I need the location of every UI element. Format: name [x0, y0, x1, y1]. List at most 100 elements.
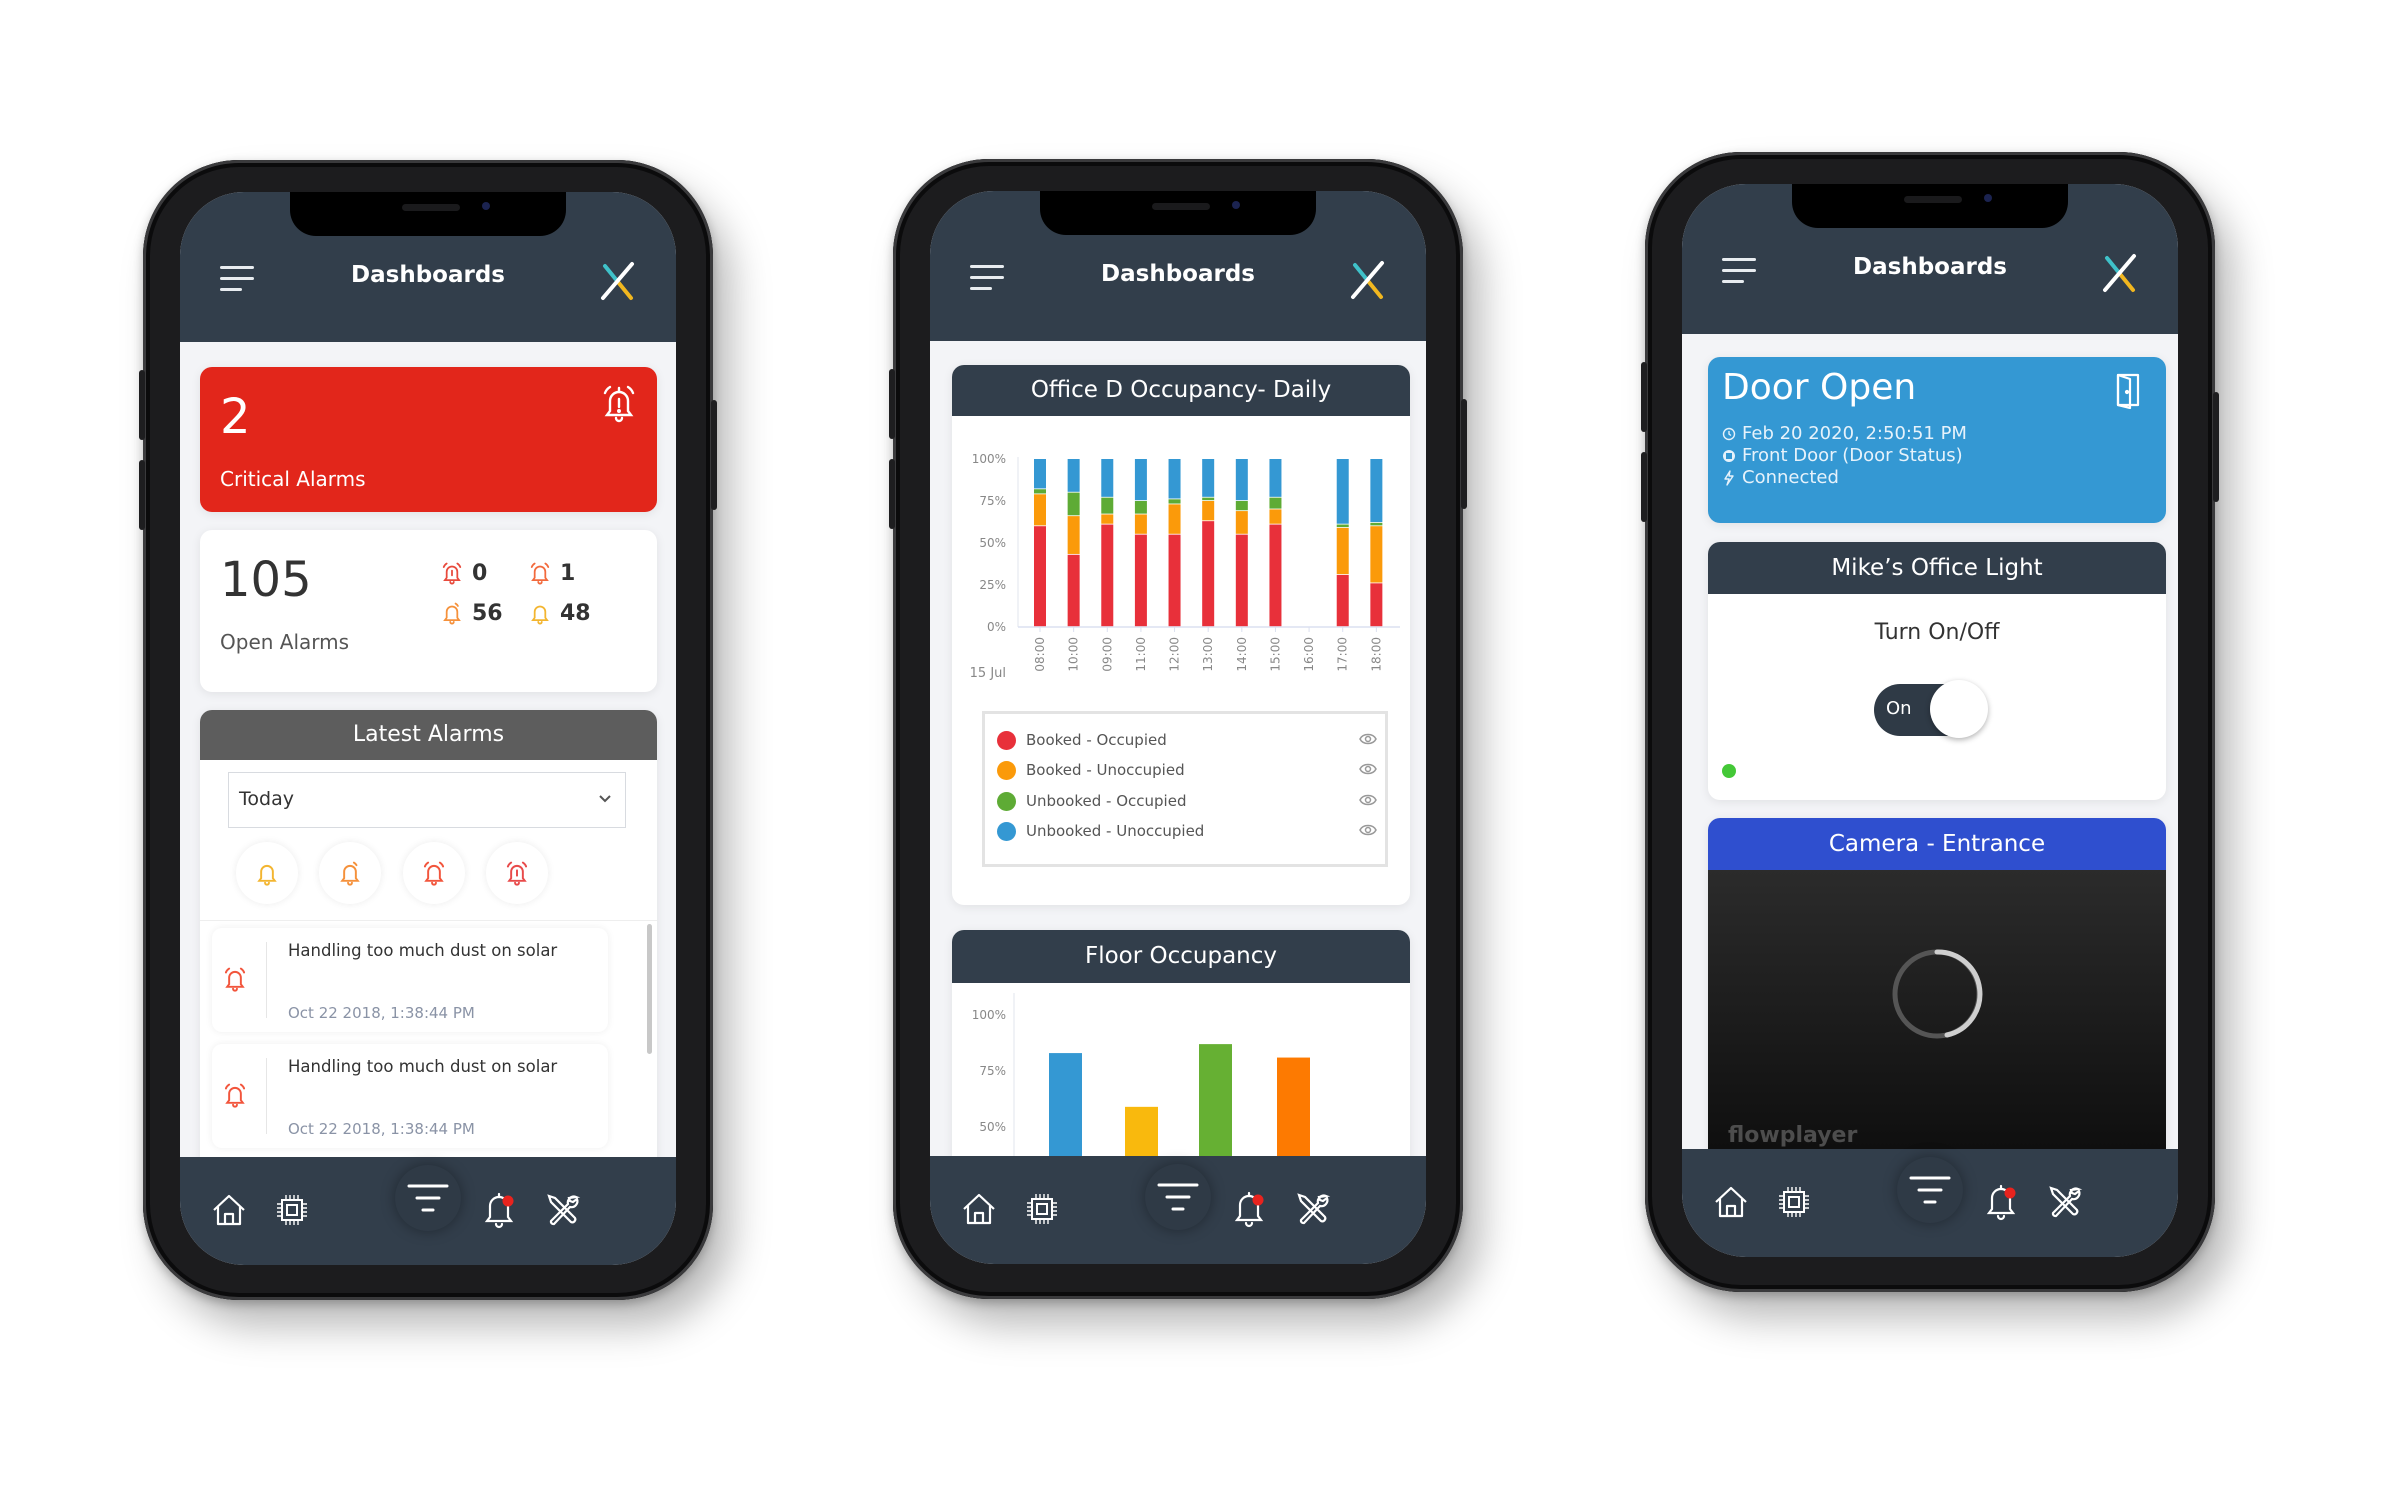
chip-icon — [1723, 449, 1735, 462]
side-button — [1641, 362, 1647, 432]
nav-devices[interactable] — [1771, 1179, 1817, 1225]
bar-segment — [1134, 459, 1147, 501]
chevron-down-icon — [599, 795, 611, 803]
light-toggle[interactable]: On — [1874, 680, 1988, 738]
eye-icon[interactable] — [1359, 823, 1377, 837]
nav-notifications[interactable] — [1226, 1186, 1272, 1232]
legend-swatch — [997, 791, 1016, 811]
notch — [290, 192, 566, 236]
bar-segment — [1034, 459, 1046, 489]
nav-home[interactable] — [206, 1187, 252, 1233]
filter-warning-button[interactable] — [236, 842, 298, 904]
stat-minor-value: 56 — [472, 600, 503, 626]
bar-segment — [1269, 509, 1282, 524]
bar-segment — [1134, 501, 1147, 514]
logo-icon — [601, 262, 634, 300]
nav-notifications[interactable] — [1978, 1179, 2024, 1225]
filter-major-button[interactable] — [403, 842, 465, 904]
critical-alarms-label: Critical Alarms — [220, 467, 366, 491]
home-icon — [1715, 1186, 1747, 1218]
bar-segment — [1067, 492, 1080, 516]
stat-critical-value: 0 — [472, 560, 488, 586]
nav-devices[interactable] — [269, 1187, 315, 1233]
dashboard-content: Office D Occupancy- Daily 100% 75% 50% 25% 0… — [930, 341, 1426, 1156]
nav-notifications[interactable] — [476, 1187, 522, 1233]
eye-icon[interactable] — [1359, 762, 1377, 776]
eye-icon[interactable] — [1359, 793, 1377, 807]
notch — [1792, 184, 2068, 228]
y-tick-label: 75% — [979, 494, 1006, 508]
nav-settings[interactable] — [1290, 1186, 1336, 1232]
occupancy-daily-title: Office D Occupancy- Daily — [952, 365, 1410, 416]
alarm-text: Handling too much dust on solar — [288, 941, 558, 960]
x-tick-label: 15:00 — [1268, 637, 1282, 672]
divider — [200, 920, 657, 921]
nav-dashboards[interactable] — [1897, 1157, 1963, 1223]
filter-minor-button[interactable] — [319, 842, 381, 904]
critical-alarms-card[interactable]: 2 Critical Alarms — [200, 367, 657, 512]
bar-segment — [1235, 459, 1248, 501]
critical-alarms-count: 2 — [220, 389, 251, 445]
warning-alarm-icon — [531, 605, 549, 625]
occupancy-daily-card: Office D Occupancy- Daily 100% 75% 50% 25% 0… — [952, 365, 1410, 905]
scrollbar[interactable] — [647, 924, 652, 1054]
screen: Dashboards 2 Critical Alarms 105 Open Al… — [180, 192, 676, 1265]
alarm-list-item[interactable]: Handling too much dust on solar Oct 22 2… — [212, 928, 608, 1032]
y-tick-label: 100% — [972, 452, 1006, 466]
status-indicator — [1722, 764, 1736, 778]
critical-alarm-icon — [442, 562, 462, 585]
nav-home[interactable] — [956, 1186, 1002, 1232]
bar-segment — [1067, 459, 1080, 492]
filter-critical-button[interactable] — [486, 842, 548, 904]
camera-card: Camera - Entrance flowplayer © 2008-2018… — [1708, 818, 2166, 1149]
clock-icon — [1722, 427, 1736, 440]
nav-settings[interactable] — [2042, 1179, 2088, 1225]
nav-dashboards[interactable] — [1145, 1164, 1211, 1230]
legend-item-booked-unoccupied[interactable]: Booked - Unoccupied — [997, 758, 1377, 782]
legend-swatch — [997, 760, 1016, 780]
eye-icon[interactable] — [1359, 732, 1377, 746]
legend-item-unbooked-occupied[interactable]: Unbooked - Occupied — [997, 789, 1377, 813]
home-icon — [213, 1194, 245, 1226]
nav-alarms[interactable] — [396, 1187, 442, 1233]
bar-segment — [1370, 522, 1383, 526]
bar-segment — [1370, 459, 1383, 523]
door-device-text: Front Door (Door Status) — [1742, 445, 1963, 466]
critical-alarm-icon — [603, 385, 635, 423]
door-status-card[interactable]: Door Open Feb 20 2020, 2:50:51 PM Front … — [1708, 357, 2166, 523]
screen: Dashboards Office D Occupancy- Daily 100… — [930, 191, 1426, 1264]
nav-devices[interactable] — [1019, 1186, 1065, 1232]
divider — [266, 942, 267, 1018]
door-connection: Connected — [1722, 467, 1839, 488]
side-button — [2213, 392, 2219, 502]
bar-segment — [1101, 514, 1114, 524]
time-range-select[interactable]: Today — [228, 772, 626, 828]
alarm-list-item[interactable]: Handling too much dust on solar Oct 22 2… — [212, 1044, 608, 1148]
door-time: Feb 20 2020, 2:50:51 PM — [1722, 423, 1967, 444]
loading-spinner-icon — [1892, 949, 1983, 1039]
latest-alarms-title: Latest Alarms — [200, 710, 657, 760]
x-tick-label: 13:00 — [1201, 637, 1215, 672]
nav-settings[interactable] — [540, 1187, 586, 1233]
door-icon — [2116, 373, 2140, 409]
nav-home[interactable] — [1708, 1179, 1754, 1225]
legend-item-unbooked-unoccupied[interactable]: Unbooked - Unoccupied — [997, 819, 1377, 843]
legend-label: Unbooked - Occupied — [1026, 792, 1187, 810]
legend-item-booked-occupied[interactable]: Booked - Occupied — [997, 728, 1377, 752]
bar-segment — [1168, 459, 1181, 499]
bar-segment — [1034, 489, 1046, 494]
tools-icon — [1297, 1193, 1331, 1225]
floor-occupancy-card: Floor Occupancy 100% 75% 50% — [952, 930, 1410, 1156]
open-alarms-card[interactable]: 105 Open Alarms 0 1 56 48 — [200, 530, 657, 692]
x-axis-label: 15 Jul — [970, 666, 1006, 681]
x-tick-label: 12:00 — [1168, 637, 1182, 672]
office-light-title: Mike’s Office Light — [1708, 542, 2166, 594]
bar-segment — [1370, 583, 1383, 627]
video-player[interactable]: flowplayer © 2008-2018 Flowplayer Ltd — [1708, 870, 2166, 1149]
bar-segment — [1134, 514, 1147, 534]
y-tick-label: 0% — [987, 620, 1006, 634]
stat-critical: 0 — [440, 560, 487, 586]
bar-segment — [1336, 459, 1349, 524]
stat-major: 1 — [528, 560, 575, 586]
camera-title: Camera - Entrance — [1708, 818, 2166, 870]
